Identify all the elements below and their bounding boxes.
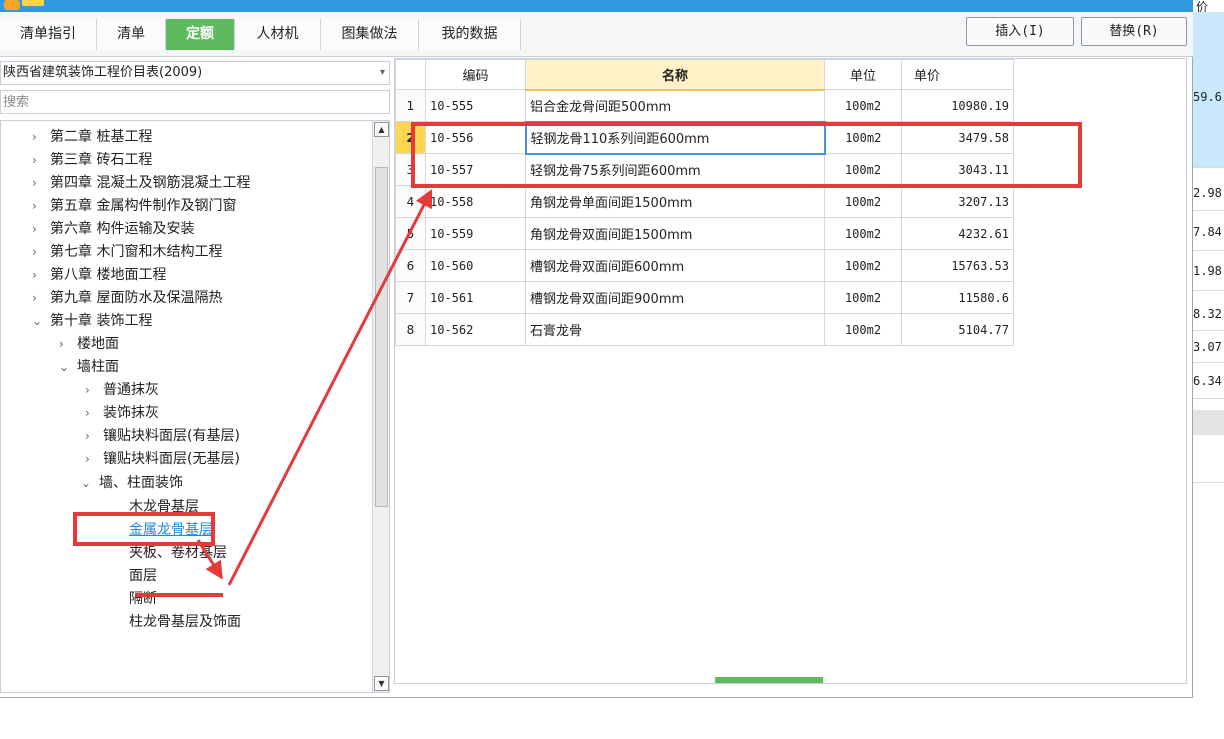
- arrow-to-grid-rows: [227, 188, 433, 586]
- arrow-to-selected-node: [196, 539, 223, 580]
- annotation-arrows: [196, 188, 433, 586]
